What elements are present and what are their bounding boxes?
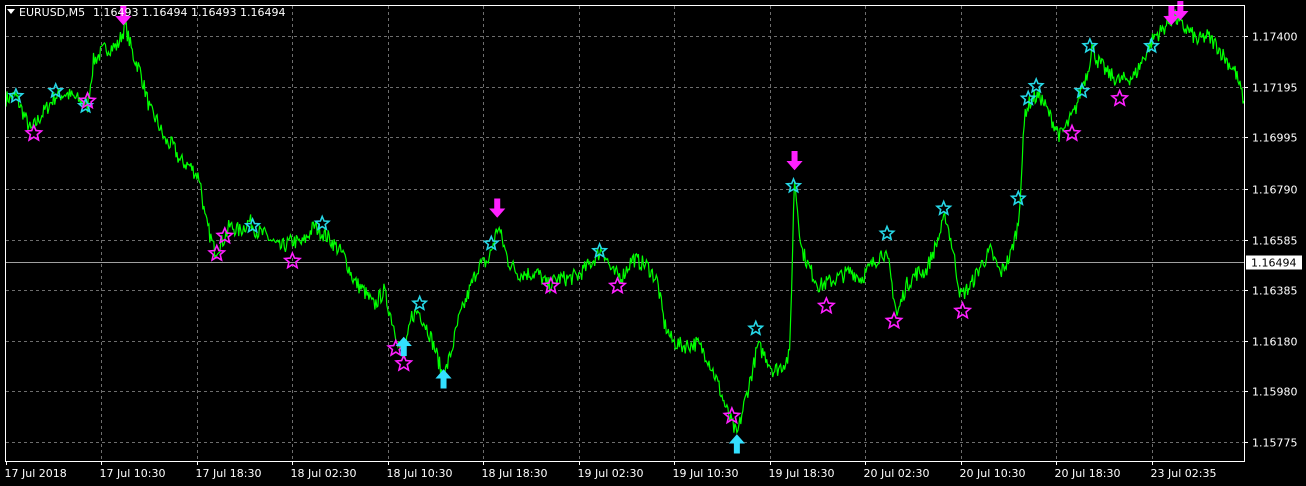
time-tick-label: 23 Jul 02:35: [1151, 467, 1217, 480]
price-tick-label: 1.16585: [1252, 235, 1298, 248]
price-tick-label: 1.16385: [1252, 285, 1298, 298]
symbol-label: EURUSD,M5: [19, 6, 85, 19]
time-tick-label: 17 Jul 18:30: [196, 467, 262, 480]
price-tick-label: 1.17195: [1252, 82, 1298, 95]
time-tick-label: 17 Jul 10:30: [100, 467, 166, 480]
time-tick-label: 18 Jul 02:30: [291, 467, 357, 480]
price-tick-label: 1.16995: [1252, 132, 1298, 145]
price-tick-label: 1.15980: [1252, 386, 1298, 399]
price-tick-label: 1.16180: [1252, 336, 1298, 349]
ohlc-values: 1.16493 1.16494 1.16493 1.16494: [93, 6, 285, 19]
time-tick-label: 20 Jul 02:30: [864, 467, 930, 480]
price-tick-label: 1.15775: [1252, 437, 1298, 450]
price-tick-label: 1.16790: [1252, 184, 1298, 197]
price-tick-label: 1.17400: [1252, 31, 1298, 44]
price-chart[interactable]: 1.17400 1.17195 1.16995 1.16790 1.16585 1.163…: [0, 0, 1306, 486]
time-tick-label: 18 Jul 18:30: [482, 467, 548, 480]
time-tick-label: 20 Jul 18:30: [1055, 467, 1121, 480]
time-tick-label: 20 Jul 10:30: [960, 467, 1026, 480]
time-tick-label: 19 Jul 02:30: [578, 467, 644, 480]
price-axis: 1.17400 1.17195 1.16995 1.16790 1.16585 1.163…: [1244, 31, 1302, 450]
current-price-label: 1.16494: [1251, 257, 1297, 270]
time-tick-label: 17 Jul 2018: [5, 467, 67, 480]
time-tick-label: 19 Jul 18:30: [769, 467, 835, 480]
time-tick-label: 19 Jul 10:30: [673, 467, 739, 480]
time-tick-label: 18 Jul 10:30: [387, 467, 453, 480]
chart-header: EURUSD,M5 1.16493 1.16494 1.16493 1.1649…: [7, 6, 285, 19]
